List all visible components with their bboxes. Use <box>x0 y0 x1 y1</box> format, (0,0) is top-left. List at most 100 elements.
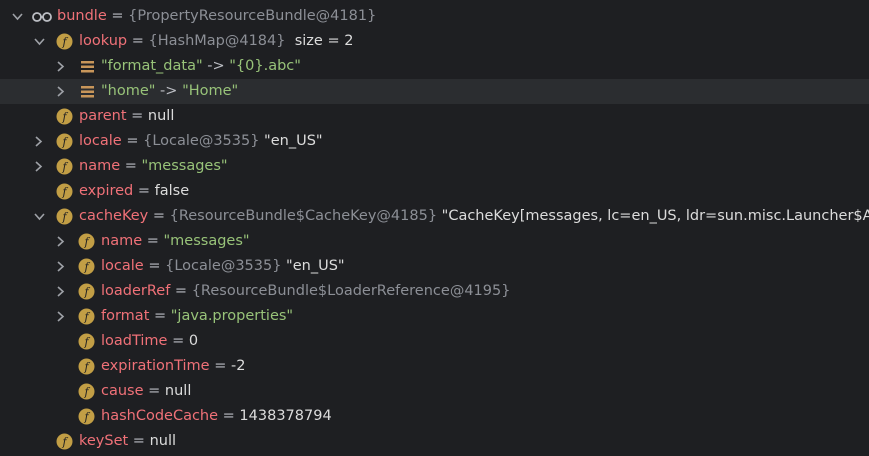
equals-sign: = <box>170 283 192 299</box>
map-arrow: -> <box>155 83 183 99</box>
field-icon: f <box>78 283 95 300</box>
object-reference: {Locale@3535} <box>143 133 260 149</box>
variable-value: "en_US" <box>259 133 323 149</box>
field-icon: f <box>56 133 73 150</box>
tree-row-map-entry-format-data[interactable]: "format_data" -> "{0}.abc" <box>0 54 869 79</box>
equals-sign: = <box>128 433 150 449</box>
variable-name: expired <box>79 183 134 199</box>
object-reference: {HashMap@4184} <box>148 33 286 49</box>
tree-row-text: expired = false <box>79 182 189 201</box>
variable-name: name <box>79 158 121 174</box>
tree-row-cachekey[interactable]: f cacheKey = {ResourceBundle$CacheKey@41… <box>0 204 869 229</box>
tree-row-text: name = "messages" <box>101 232 250 251</box>
variable-value: false <box>154 183 190 199</box>
field-icon: f <box>56 33 73 50</box>
chevron-right-icon[interactable] <box>35 136 43 147</box>
tree-row-expired[interactable]: f expired = false <box>0 179 869 204</box>
variable-name: loaderRef <box>101 283 171 299</box>
field-icon: f <box>56 158 73 175</box>
equals-sign: = <box>148 208 170 224</box>
field-icon: f <box>78 333 95 350</box>
field-icon: f <box>56 208 73 225</box>
chevron-down-icon[interactable] <box>34 38 45 46</box>
tree-row-loaderref[interactable]: f loaderRef = {ResourceBundle$LoaderRefe… <box>0 279 869 304</box>
tree-row-bundle[interactable]: bundle = {PropertyResourceBundle@4181} <box>0 4 869 29</box>
field-icon: f <box>56 433 73 450</box>
map-value: "Home" <box>182 83 239 99</box>
variable-name: lookup <box>79 33 128 49</box>
equals-sign: = <box>167 333 189 349</box>
tree-row-parent[interactable]: f parent = null <box>0 104 869 129</box>
variables-tree: bundle = {PropertyResourceBundle@4181} f… <box>0 0 869 456</box>
variable-name: hashCodeCache <box>101 408 219 424</box>
variable-value: null <box>164 383 192 399</box>
tree-row-cause[interactable]: f cause = null <box>0 379 869 404</box>
variable-name: loadTime <box>101 333 168 349</box>
tree-row-text: cause = null <box>101 382 191 401</box>
variable-name: name <box>101 233 143 249</box>
tree-row-keyset[interactable]: f keySet = null <box>0 429 869 454</box>
equals-sign: = <box>143 383 165 399</box>
tree-row-cachekey-locale[interactable]: f locale = {Locale@3535} "en_US" <box>0 254 869 279</box>
field-icon: f <box>56 183 73 200</box>
equals-sign: = <box>209 358 231 374</box>
tree-row-text: "format_data" -> "{0}.abc" <box>101 57 301 76</box>
tree-row-text: loadTime = 0 <box>101 332 198 351</box>
field-icon: f <box>78 308 95 325</box>
chevron-right-icon[interactable] <box>35 161 43 172</box>
tree-row-text: locale = {Locale@3535} "en_US" <box>101 257 345 276</box>
variable-value: null <box>149 433 177 449</box>
variable-name: cause <box>101 383 144 399</box>
field-icon: f <box>78 358 95 375</box>
chevron-right-icon[interactable] <box>57 311 65 322</box>
map-value: "{0}.abc" <box>229 58 301 74</box>
variable-name: cacheKey <box>79 208 149 224</box>
object-reference: {ResourceBundle$LoaderReference@4195} <box>191 283 511 299</box>
size-value: size = 2 <box>285 33 354 49</box>
equals-sign: = <box>120 158 142 174</box>
variable-name: locale <box>79 133 122 149</box>
tree-row-expirationtime[interactable]: f expirationTime = -2 <box>0 354 869 379</box>
tree-row-text: format = "java.properties" <box>101 307 293 326</box>
tree-row-text: cacheKey = {ResourceBundle$CacheKey@4185… <box>79 207 869 226</box>
field-icon: f <box>78 408 95 425</box>
map-key: "format_data" <box>101 58 203 74</box>
variable-name: expirationTime <box>101 358 210 374</box>
tree-row-text: lookup = {HashMap@4184} size = 2 <box>79 32 353 51</box>
variable-value: "CacheKey[messages, lc=en_US, ldr=sun.mi… <box>441 208 869 224</box>
chevron-right-icon[interactable] <box>57 236 65 247</box>
variable-value: -2 <box>230 358 246 374</box>
chevron-down-icon[interactable] <box>34 213 45 221</box>
tree-row-locale[interactable]: f locale = {Locale@3535} "en_US" <box>0 129 869 154</box>
map-key: "home" <box>101 83 156 99</box>
equals-sign: = <box>218 408 240 424</box>
field-icon: f <box>78 258 95 275</box>
variable-value: null <box>147 108 175 124</box>
tree-row-hashcodecache[interactable]: f hashCodeCache = 1438378794 <box>0 404 869 429</box>
field-icon: f <box>78 383 95 400</box>
chevron-down-icon[interactable] <box>12 13 23 21</box>
map-arrow: -> <box>202 58 230 74</box>
variable-name: format <box>101 308 150 324</box>
chevron-right-icon[interactable] <box>57 286 65 297</box>
tree-row-text: name = "messages" <box>79 157 228 176</box>
tree-row-lookup[interactable]: f lookup = {HashMap@4184} size = 2 <box>0 29 869 54</box>
variable-name: parent <box>79 108 127 124</box>
chevron-right-icon[interactable] <box>57 86 65 97</box>
tree-row-text: "home" -> "Home" <box>101 82 238 101</box>
variable-value: 1438378794 <box>239 408 332 424</box>
tree-row-name[interactable]: f name = "messages" <box>0 154 869 179</box>
string-value: "messages" <box>163 233 250 249</box>
tree-row-loadtime[interactable]: f loadTime = 0 <box>0 329 869 354</box>
map-entry-icon <box>81 86 94 98</box>
tree-row-map-entry-home[interactable]: "home" -> "Home" <box>0 79 869 104</box>
tree-row-cachekey-name[interactable]: f name = "messages" <box>0 229 869 254</box>
chevron-right-icon[interactable] <box>57 61 65 72</box>
string-value: "java.properties" <box>170 308 294 324</box>
tree-row-format[interactable]: f format = "java.properties" <box>0 304 869 329</box>
chevron-right-icon[interactable] <box>57 261 65 272</box>
tree-row-text: keySet = null <box>79 432 176 451</box>
variable-name: keySet <box>79 433 129 449</box>
map-entry-icon <box>81 61 94 73</box>
tree-row-text: bundle = {PropertyResourceBundle@4181} <box>57 7 376 26</box>
